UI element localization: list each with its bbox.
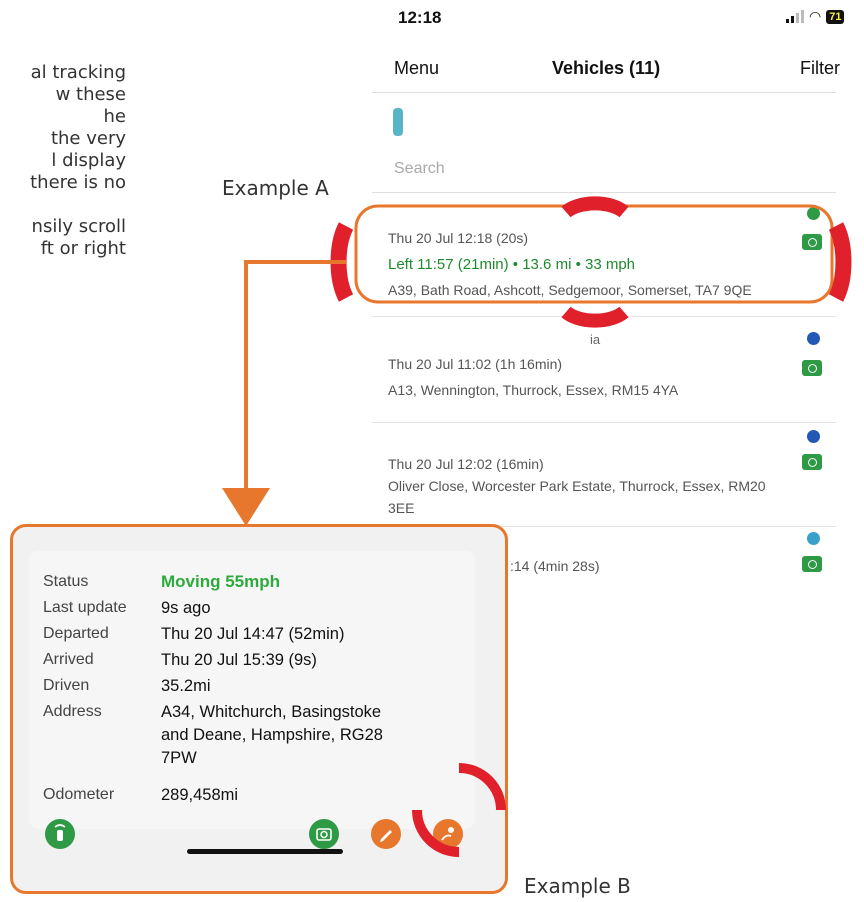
target-arc bbox=[458, 763, 506, 811]
target-overlay bbox=[412, 763, 506, 857]
target-arc bbox=[412, 809, 460, 857]
